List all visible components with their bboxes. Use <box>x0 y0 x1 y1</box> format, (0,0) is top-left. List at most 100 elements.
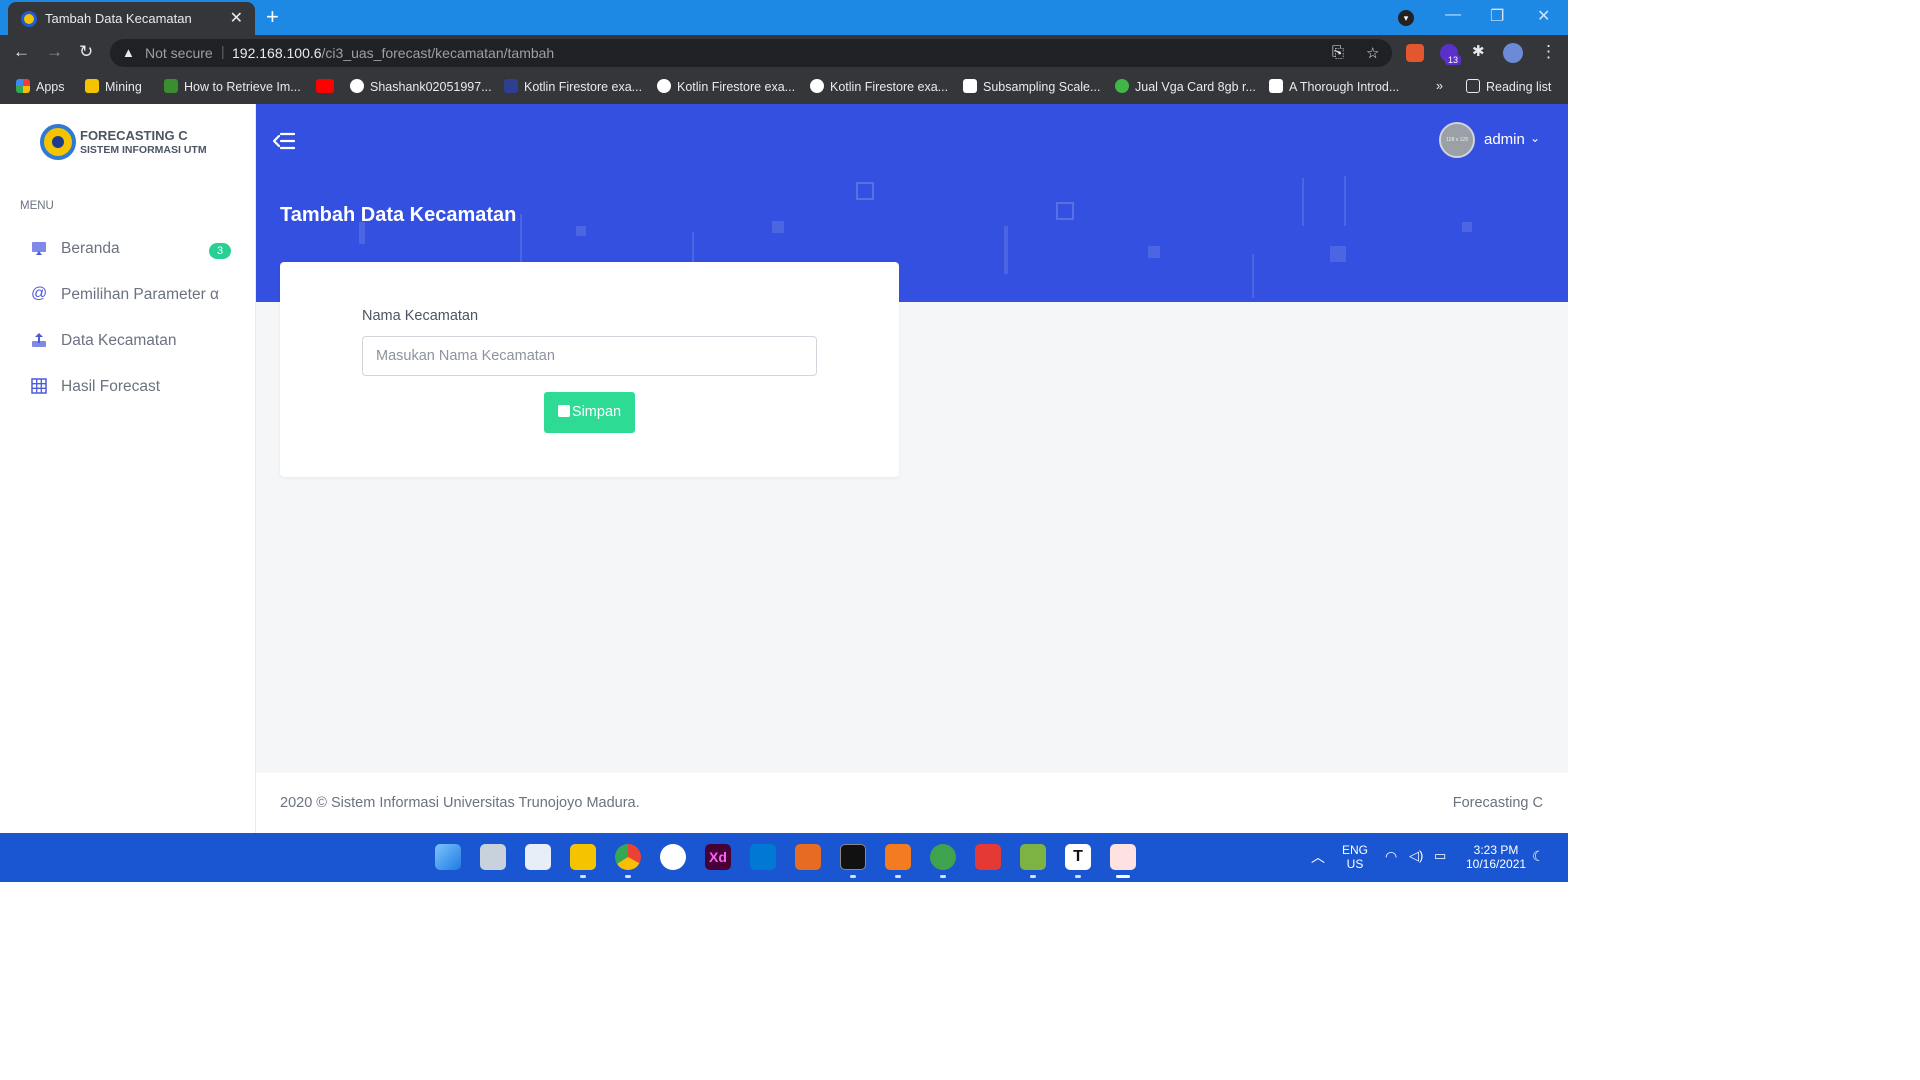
save-floppy-icon <box>557 405 570 417</box>
profile-avatar-icon[interactable] <box>1503 43 1523 63</box>
folder-icon <box>85 79 99 93</box>
bookmark-item[interactable]: Shashank02051997... <box>350 79 492 94</box>
bookmark-folder[interactable]: Mining <box>85 79 142 94</box>
browser-tab[interactable]: Tambah Data Kecamatan ✕ <box>8 2 255 35</box>
avatar[interactable]: 128 x 128 <box>1439 122 1475 158</box>
user-name[interactable]: admin <box>1484 131 1525 148</box>
monitor-icon <box>31 240 47 256</box>
matlab-icon[interactable] <box>795 844 821 870</box>
extensions-puzzle-icon[interactable]: ✱ <box>1472 42 1485 60</box>
brand-subtitle: SISTEM INFORMASI UTM <box>80 144 207 156</box>
reload-icon[interactable]: ↻ <box>79 42 93 62</box>
task-view-icon[interactable] <box>480 844 506 870</box>
bookmark-item[interactable]: How to Retrieve Im... <box>164 79 301 94</box>
app-icon[interactable] <box>930 844 956 870</box>
extension-icon[interactable] <box>1406 44 1424 62</box>
battery-icon[interactable]: ▭ <box>1434 848 1446 864</box>
nama-kecamatan-label: Nama Kecamatan <box>362 308 479 324</box>
form-card: Nama Kecamatan Simpan <box>280 262 899 477</box>
terminal-icon[interactable] <box>840 844 866 870</box>
site-favicon-icon <box>1115 79 1129 93</box>
sidebar-item-data-kecamatan[interactable]: Data Kecamatan <box>0 322 256 362</box>
bookmark-item[interactable]: Kotlin Firestore exa... <box>657 79 795 94</box>
simpan-button[interactable]: Simpan <box>544 392 635 433</box>
window-close-icon[interactable]: ✕ <box>1537 6 1550 26</box>
chevron-up-icon[interactable]: ︿ <box>1311 847 1325 867</box>
minimize-icon[interactable]: — <box>1445 6 1461 24</box>
sidebar-item-hasil-forecast[interactable]: Hasil Forecast <box>0 368 256 408</box>
sidebar-item-label: Pemilihan Parameter α <box>61 286 219 303</box>
sidebar-item-beranda[interactable]: Beranda 3 <box>0 230 256 270</box>
bookmark-item[interactable]: Kotlin Firestore exa... <box>504 79 642 94</box>
snipping-tool-icon[interactable] <box>1110 844 1136 870</box>
page-title: Tambah Data Kecamatan <box>280 204 517 226</box>
start-windows-icon[interactable] <box>435 844 461 870</box>
bookmarks-bar: Apps Mining How to Retrieve Im... Shasha… <box>0 70 1568 104</box>
app-icon[interactable] <box>975 844 1001 870</box>
site-favicon-icon <box>657 79 671 93</box>
collapse-menu-icon[interactable] <box>272 132 296 156</box>
sidebar-item-pemilihan-parameter[interactable]: @ Pemilihan Parameter α <box>0 276 256 316</box>
clock[interactable]: 3:23 PM 10/16/2021 <box>1466 843 1526 871</box>
chevron-down-icon[interactable]: ⌄ <box>1530 131 1540 145</box>
footer-brand: Forecasting C <box>1452 795 1543 811</box>
medium-icon <box>1269 79 1283 93</box>
nama-kecamatan-input[interactable] <box>362 336 817 376</box>
extension-badge-count: 13 <box>1445 55 1462 65</box>
back-icon[interactable]: ← <box>13 42 30 62</box>
upload-icon <box>31 332 47 348</box>
footer: 2020 © Sistem Informasi Universitas Trun… <box>256 773 1568 833</box>
site-favicon-icon <box>810 79 824 93</box>
github-icon <box>350 79 364 93</box>
address-bar[interactable]: ▲ Not secure | 192.168.100.6/ci3_uas_for… <box>110 39 1392 67</box>
menu-header: MENU <box>20 200 54 212</box>
file-explorer-icon[interactable] <box>570 844 596 870</box>
bookmark-star-icon[interactable]: ☆ <box>1366 44 1379 62</box>
url-host: 192.168.100.6 <box>232 45 322 61</box>
translate-icon[interactable]: ⎘ <box>1332 44 1344 61</box>
bookmark-youtube[interactable] <box>316 79 340 94</box>
warning-icon: ▲ <box>122 45 135 60</box>
bookmark-item[interactable]: Jual Vga Card 8gb r... <box>1115 79 1256 94</box>
url-text: 192.168.100.6/ci3_uas_forecast/kecamatan… <box>232 45 554 61</box>
bookmark-item[interactable]: A Thorough Introd... <box>1269 79 1399 94</box>
tab-favicon-icon <box>21 11 37 27</box>
restore-icon[interactable]: ❐ <box>1490 6 1504 26</box>
footer-copyright: 2020 © Sistem Informasi Universitas Trun… <box>280 795 640 811</box>
site-favicon-icon <box>963 79 977 93</box>
not-secure-label: Not secure <box>145 45 213 61</box>
apps-grid-icon <box>16 79 30 93</box>
vscode-icon[interactable] <box>750 844 776 870</box>
bookmark-apps[interactable]: Apps <box>16 79 65 94</box>
bookmark-item[interactable]: Subsampling Scale... <box>963 79 1100 94</box>
at-icon: @ <box>31 285 48 302</box>
new-tab-icon[interactable]: + <box>266 4 279 30</box>
wifi-icon[interactable]: ◠ <box>1385 848 1397 865</box>
notification-badge: 3 <box>209 243 231 259</box>
menu-kebab-icon[interactable]: ⋮ <box>1540 42 1557 62</box>
brand-title: FORECASTING C <box>80 128 188 143</box>
site-favicon-icon <box>504 79 518 93</box>
chrome-icon[interactable] <box>615 844 641 870</box>
xampp-icon[interactable] <box>885 844 911 870</box>
notification-moon-icon[interactable]: ☾ <box>1532 848 1545 865</box>
browser-titlebar: Tambah Data Kecamatan ✕ + ▾ — ❐ ✕ <box>0 0 1568 35</box>
language-indicator[interactable]: ENG US <box>1342 843 1368 871</box>
more-bookmarks-icon[interactable]: » <box>1436 79 1443 93</box>
typora-icon[interactable]: T <box>1065 844 1091 870</box>
tab-close-icon[interactable]: ✕ <box>230 8 243 28</box>
widgets-icon[interactable] <box>525 844 551 870</box>
youtube-icon <box>316 79 334 93</box>
app-icon[interactable] <box>1020 844 1046 870</box>
sidebar-item-label: Data Kecamatan <box>61 332 177 349</box>
tab-search-icon[interactable]: ▾ <box>1398 10 1414 26</box>
volume-icon[interactable]: ◁) <box>1409 848 1423 864</box>
logo-icon <box>40 124 76 160</box>
url-path: /ci3_uas_forecast/kecamatan/tambah <box>321 45 555 61</box>
bookmark-item[interactable]: Kotlin Firestore exa... <box>810 79 948 94</box>
adobe-xd-icon[interactable]: Xd <box>705 844 731 870</box>
reading-list[interactable]: Reading list <box>1466 79 1551 94</box>
forward-icon[interactable]: → <box>46 42 63 62</box>
tab-title: Tambah Data Kecamatan <box>45 11 192 26</box>
app-icon[interactable] <box>660 844 686 870</box>
